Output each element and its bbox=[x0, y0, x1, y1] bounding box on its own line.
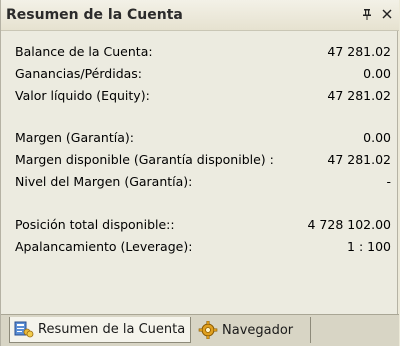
tab-label: Resumen de la Cuenta bbox=[38, 322, 186, 337]
panel-titlebar: Resumen de la Cuenta bbox=[1, 0, 399, 31]
tab-label: Navegador bbox=[222, 322, 294, 338]
row-label: Nivel del Margen (Garantía): bbox=[15, 174, 193, 189]
account-summary-panel: Resumen de la Cuenta Balance de la Cuent… bbox=[0, 0, 399, 346]
row-value: 0.00 bbox=[363, 66, 391, 81]
row-value: 47 281.02 bbox=[327, 152, 391, 167]
row-free-margin: Margen disponible (Garantía disponible) … bbox=[15, 152, 391, 170]
row-account-balance: Balance de la Cuenta: 47 281.02 bbox=[15, 44, 391, 62]
row-label: Margen disponible (Garantía disponible) … bbox=[15, 152, 274, 167]
row-label: Apalancamiento (Leverage): bbox=[15, 239, 193, 254]
account-summary-icon bbox=[14, 321, 34, 339]
row-label: Balance de la Cuenta: bbox=[15, 44, 153, 59]
bottom-tabbar: Resumen de la Cuenta Navegador bbox=[1, 314, 399, 346]
row-label: Margen (Garantía): bbox=[15, 130, 134, 145]
navigator-gear-icon bbox=[198, 320, 218, 340]
row-total-position: Posición total disponible:: 4 728 102.00 bbox=[15, 217, 391, 235]
row-value: 4 728 102.00 bbox=[307, 217, 392, 232]
account-summary-content: Balance de la Cuenta: 47 281.02 Ganancia… bbox=[1, 31, 397, 314]
row-leverage: Apalancamiento (Leverage): 1 : 100 bbox=[15, 239, 391, 257]
row-margin-level: Nivel del Margen (Garantía): - bbox=[15, 174, 391, 192]
row-profit-loss: Ganancias/Pérdidas: 0.00 bbox=[15, 66, 391, 84]
row-value: 47 281.02 bbox=[327, 44, 391, 59]
row-label: Ganancias/Pérdidas: bbox=[15, 66, 143, 81]
panel-title: Resumen de la Cuenta bbox=[6, 7, 183, 23]
row-value: 0.00 bbox=[363, 130, 391, 145]
row-value: - bbox=[386, 174, 391, 189]
row-value: 1 : 100 bbox=[347, 239, 391, 254]
row-label: Valor líquido (Equity): bbox=[15, 88, 150, 103]
row-label: Posición total disponible:: bbox=[15, 217, 175, 232]
pin-icon[interactable] bbox=[359, 5, 375, 23]
row-margin: Margen (Garantía): 0.00 bbox=[15, 130, 391, 148]
row-value: 47 281.02 bbox=[327, 88, 391, 103]
row-equity: Valor líquido (Equity): 47 281.02 bbox=[15, 88, 391, 106]
close-icon[interactable] bbox=[379, 5, 395, 23]
tab-account-summary[interactable]: Resumen de la Cuenta bbox=[9, 317, 191, 343]
tab-navigator[interactable]: Navegador bbox=[194, 317, 311, 343]
